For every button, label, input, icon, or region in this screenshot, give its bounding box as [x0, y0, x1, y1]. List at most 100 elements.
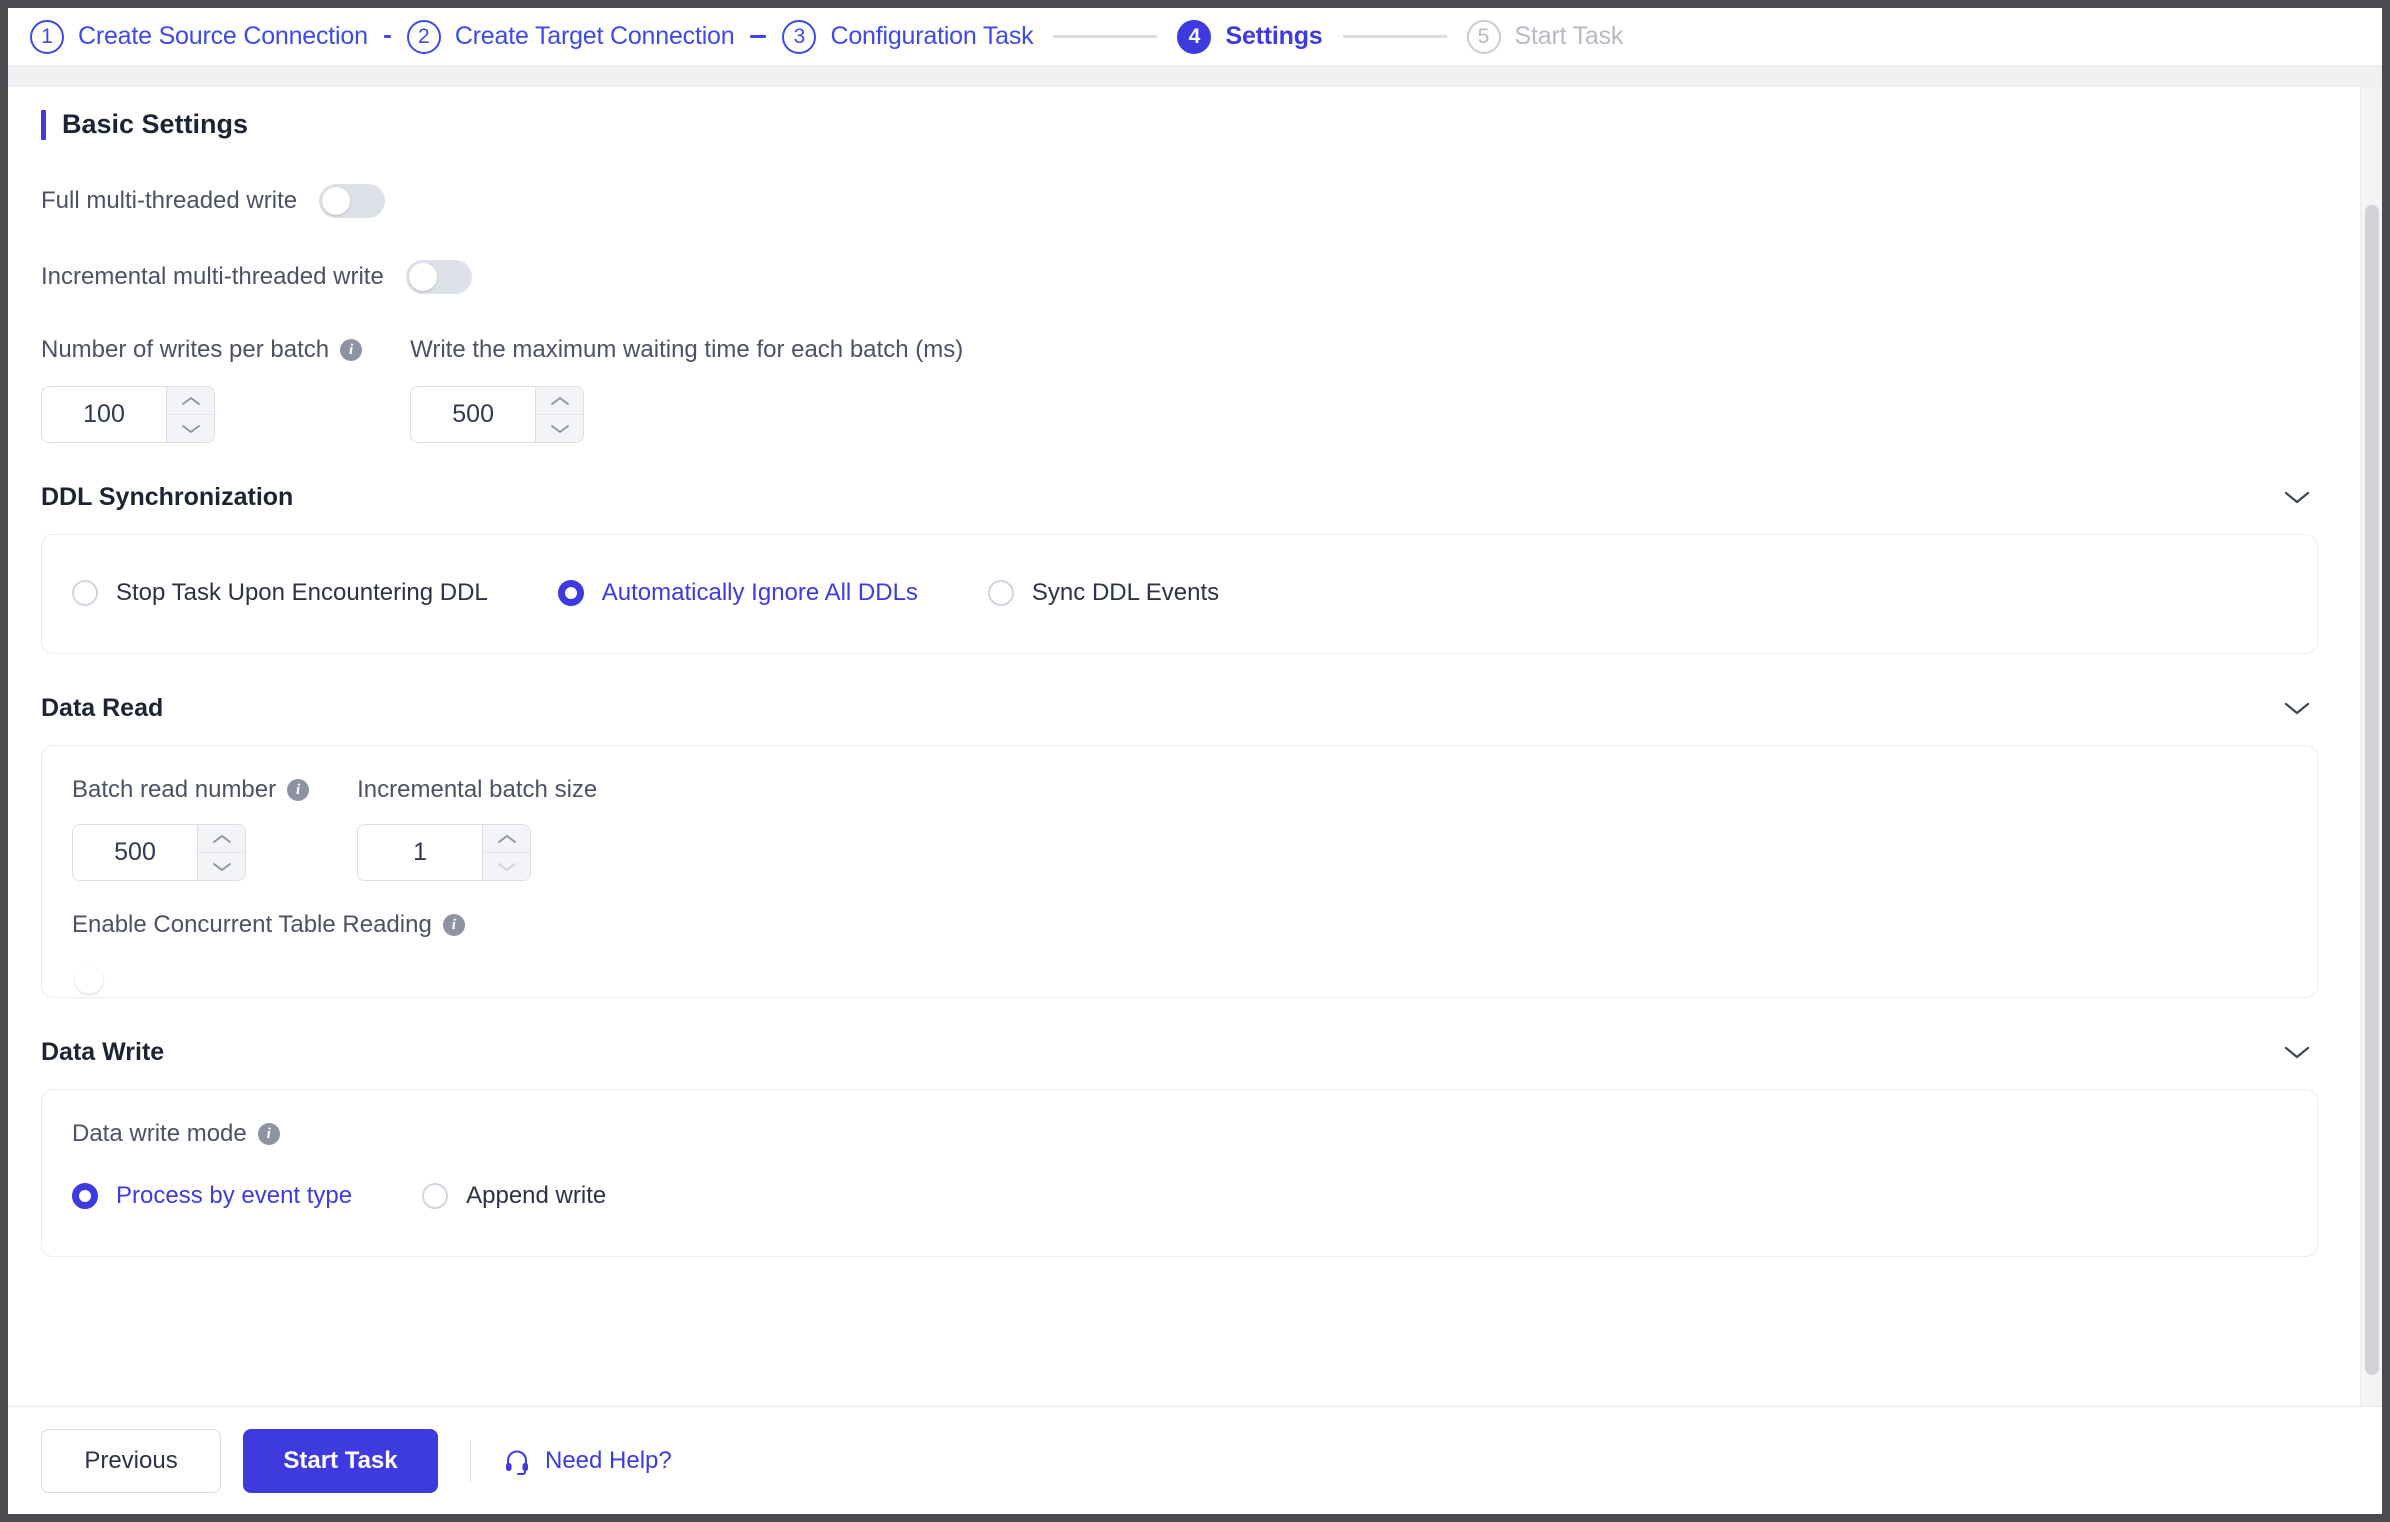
incremental-batch-size-label-wrap: Incremental batch size — [357, 776, 597, 804]
vertical-scrollbar[interactable] — [2360, 87, 2382, 1406]
data-write-mode-label-wrap: Data write mode i — [72, 1120, 2287, 1148]
batch-read-number-label-wrap: Batch read number i — [72, 776, 310, 804]
max-wait-time-input[interactable]: 500 — [411, 387, 536, 442]
spinner-down-button[interactable] — [198, 853, 245, 880]
concurrent-table-reading-label-wrap: Enable Concurrent Table Reading i — [72, 911, 2287, 939]
headset-icon — [503, 1447, 531, 1475]
radio-icon[interactable] — [72, 1183, 98, 1209]
max-wait-time-label: Write the maximum waiting time for each … — [410, 336, 964, 363]
toggle-knob — [75, 966, 103, 994]
info-icon[interactable]: i — [257, 1123, 280, 1145]
settings-body: Basic Settings Full multi-threaded write… — [8, 87, 2382, 1406]
step-4-label: Settings — [1225, 22, 1323, 50]
need-help-label: Need Help? — [545, 1446, 672, 1474]
step-1-label: Create Source Connection — [78, 22, 368, 50]
spinner-down-button — [483, 853, 530, 880]
ddl-option-stop-task[interactable]: Stop Task Upon Encountering DDL — [72, 579, 488, 607]
ddl-option-sync-events[interactable]: Sync DDL Events — [987, 579, 1220, 607]
data-write-option-process-by-event-type[interactable]: Process by event type — [72, 1182, 352, 1210]
page-title: Basic Settings — [62, 109, 249, 139]
data-write-title: Data Write — [41, 1038, 165, 1066]
max-wait-time-label-wrap: Write the maximum waiting time for each … — [410, 336, 963, 364]
step-create-source-connection[interactable]: 1 Create Source Connection — [30, 19, 368, 54]
previous-button[interactable]: Previous — [41, 1428, 221, 1493]
ddl-option-label: Stop Task Upon Encountering DDL — [116, 579, 488, 606]
toggle-knob — [322, 187, 351, 215]
settings-window: 1 Create Source Connection 2 Create Targ… — [8, 8, 2382, 1514]
wizard-footer: Previous Start Task Need Help? — [8, 1406, 2382, 1514]
step-1-number: 1 — [30, 19, 64, 54]
info-icon[interactable]: i — [442, 914, 465, 936]
data-write-mode-radio-group: Process by event type Append write — [72, 1168, 2287, 1222]
radio-icon[interactable] — [72, 580, 98, 606]
ddl-option-label: Automatically Ignore All DDLs — [601, 579, 918, 606]
step-configuration-task[interactable]: 3 Configuration Task — [782, 19, 1034, 54]
start-task-button[interactable]: Start Task — [243, 1428, 438, 1493]
info-icon[interactable]: i — [340, 339, 363, 361]
incremental-batch-size-stepper[interactable]: 1 — [357, 824, 532, 881]
max-wait-time-spin-buttons — [535, 387, 584, 442]
ddl-option-label: Sync DDL Events — [1031, 579, 1220, 606]
data-read-header[interactable]: Data Read — [41, 694, 2318, 723]
writes-per-batch-stepper[interactable]: 100 — [41, 386, 215, 443]
batch-read-number-field: Batch read number i 500 — [72, 776, 310, 881]
concurrent-table-reading-label: Enable Concurrent Table Reading — [72, 911, 432, 938]
accent-bar — [41, 109, 46, 140]
data-write-option-append-write[interactable]: Append write — [422, 1182, 606, 1210]
writes-per-batch-label-wrap: Number of writes per batch i — [41, 336, 363, 364]
info-icon[interactable]: i — [287, 779, 310, 801]
ddl-option-ignore-all[interactable]: Automatically Ignore All DDLs — [557, 579, 918, 607]
concurrent-table-reading-block: Enable Concurrent Table Reading i — [72, 911, 2287, 994]
batch-read-number-input[interactable]: 500 — [73, 825, 197, 880]
step-settings[interactable]: 4 Settings — [1177, 19, 1323, 54]
full-multithreaded-write-label: Full multi-threaded write — [41, 187, 298, 214]
incremental-multithreaded-write-toggle[interactable] — [405, 260, 472, 294]
data-write-header[interactable]: Data Write — [41, 1038, 2318, 1067]
ddl-radio-group: Stop Task Upon Encountering DDL Automati… — [72, 565, 2287, 619]
spinner-up-button[interactable] — [167, 387, 214, 415]
spinner-down-button[interactable] — [167, 415, 214, 442]
writes-per-batch-field: Number of writes per batch i 100 — [41, 336, 363, 443]
stepper-connector-4 — [1342, 35, 1447, 38]
ddl-synchronization-title: DDL Synchronization — [41, 483, 294, 511]
stepper-connector-3 — [1053, 35, 1158, 38]
full-multithreaded-write-toggle[interactable] — [319, 184, 386, 218]
full-multithreaded-write-row: Full multi-threaded write — [41, 184, 2318, 218]
batch-read-number-stepper[interactable]: 500 — [72, 824, 246, 881]
radio-icon[interactable] — [987, 580, 1014, 606]
need-help-link[interactable]: Need Help? — [503, 1447, 672, 1475]
radio-icon[interactable] — [557, 580, 584, 606]
batch-settings-row: Number of writes per batch i 100 Write t… — [41, 336, 2318, 443]
scrollbar-thumb[interactable] — [2365, 205, 2379, 1375]
step-5-label: Start Task — [1514, 22, 1624, 50]
data-read-fields-row: Batch read number i 500 Incremental batc… — [72, 776, 2287, 881]
incremental-batch-size-label: Incremental batch size — [357, 776, 598, 803]
incremental-batch-size-spin-buttons — [482, 825, 531, 880]
spinner-down-button[interactable] — [536, 415, 583, 442]
spinner-up-button[interactable] — [536, 387, 584, 415]
step-3-label: Configuration Task — [830, 22, 1034, 50]
step-5-number: 5 — [1466, 19, 1501, 54]
wizard-stepper: 1 Create Source Connection 2 Create Targ… — [8, 8, 2382, 65]
spinner-up-button[interactable] — [483, 825, 531, 853]
spinner-up-button[interactable] — [198, 825, 245, 853]
radio-icon[interactable] — [422, 1183, 449, 1209]
max-wait-time-field: Write the maximum waiting time for each … — [410, 336, 963, 443]
writes-per-batch-input[interactable]: 100 — [42, 387, 166, 442]
max-wait-time-stepper[interactable]: 500 — [410, 386, 585, 443]
chevron-down-icon[interactable] — [2284, 490, 2310, 505]
header-divider-band — [8, 65, 2382, 87]
chevron-down-icon[interactable] — [2284, 1045, 2310, 1060]
step-3-number: 3 — [782, 19, 817, 54]
data-write-option-label: Append write — [466, 1182, 607, 1209]
incremental-batch-size-input[interactable]: 1 — [358, 825, 483, 880]
chevron-down-icon[interactable] — [2284, 701, 2310, 716]
writes-per-batch-spin-buttons — [166, 387, 214, 442]
step-2-label: Create Target Connection — [454, 22, 735, 50]
step-create-target-connection[interactable]: 2 Create Target Connection — [406, 19, 735, 54]
incremental-batch-size-field: Incremental batch size 1 — [357, 776, 597, 881]
ddl-synchronization-header[interactable]: DDL Synchronization — [41, 483, 2318, 512]
step-start-task[interactable]: 5 Start Task — [1466, 19, 1624, 54]
writes-per-batch-label: Number of writes per batch — [41, 336, 330, 363]
data-write-card: Data write mode i Process by event type … — [41, 1089, 2318, 1257]
